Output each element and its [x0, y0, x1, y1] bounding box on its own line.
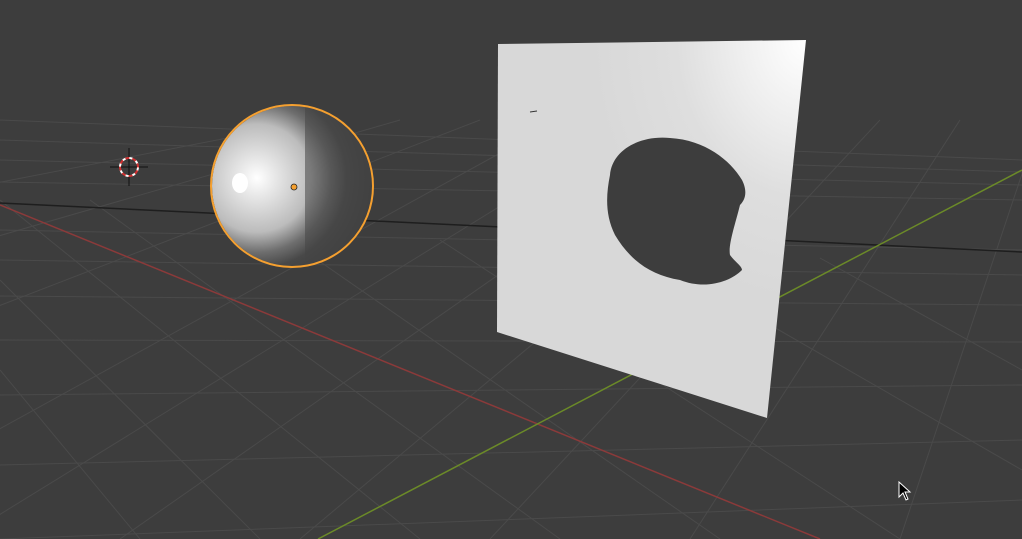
- sphere-origin-point[interactable]: [290, 183, 298, 191]
- plane-object[interactable]: [497, 40, 806, 418]
- 3d-cursor-icon[interactable]: [110, 148, 148, 186]
- arrow-cursor-icon: [898, 481, 912, 501]
- viewport-canvas[interactable]: [0, 0, 1022, 539]
- sphere-object[interactable]: [210, 100, 385, 280]
- 3d-viewport[interactable]: [0, 0, 1022, 539]
